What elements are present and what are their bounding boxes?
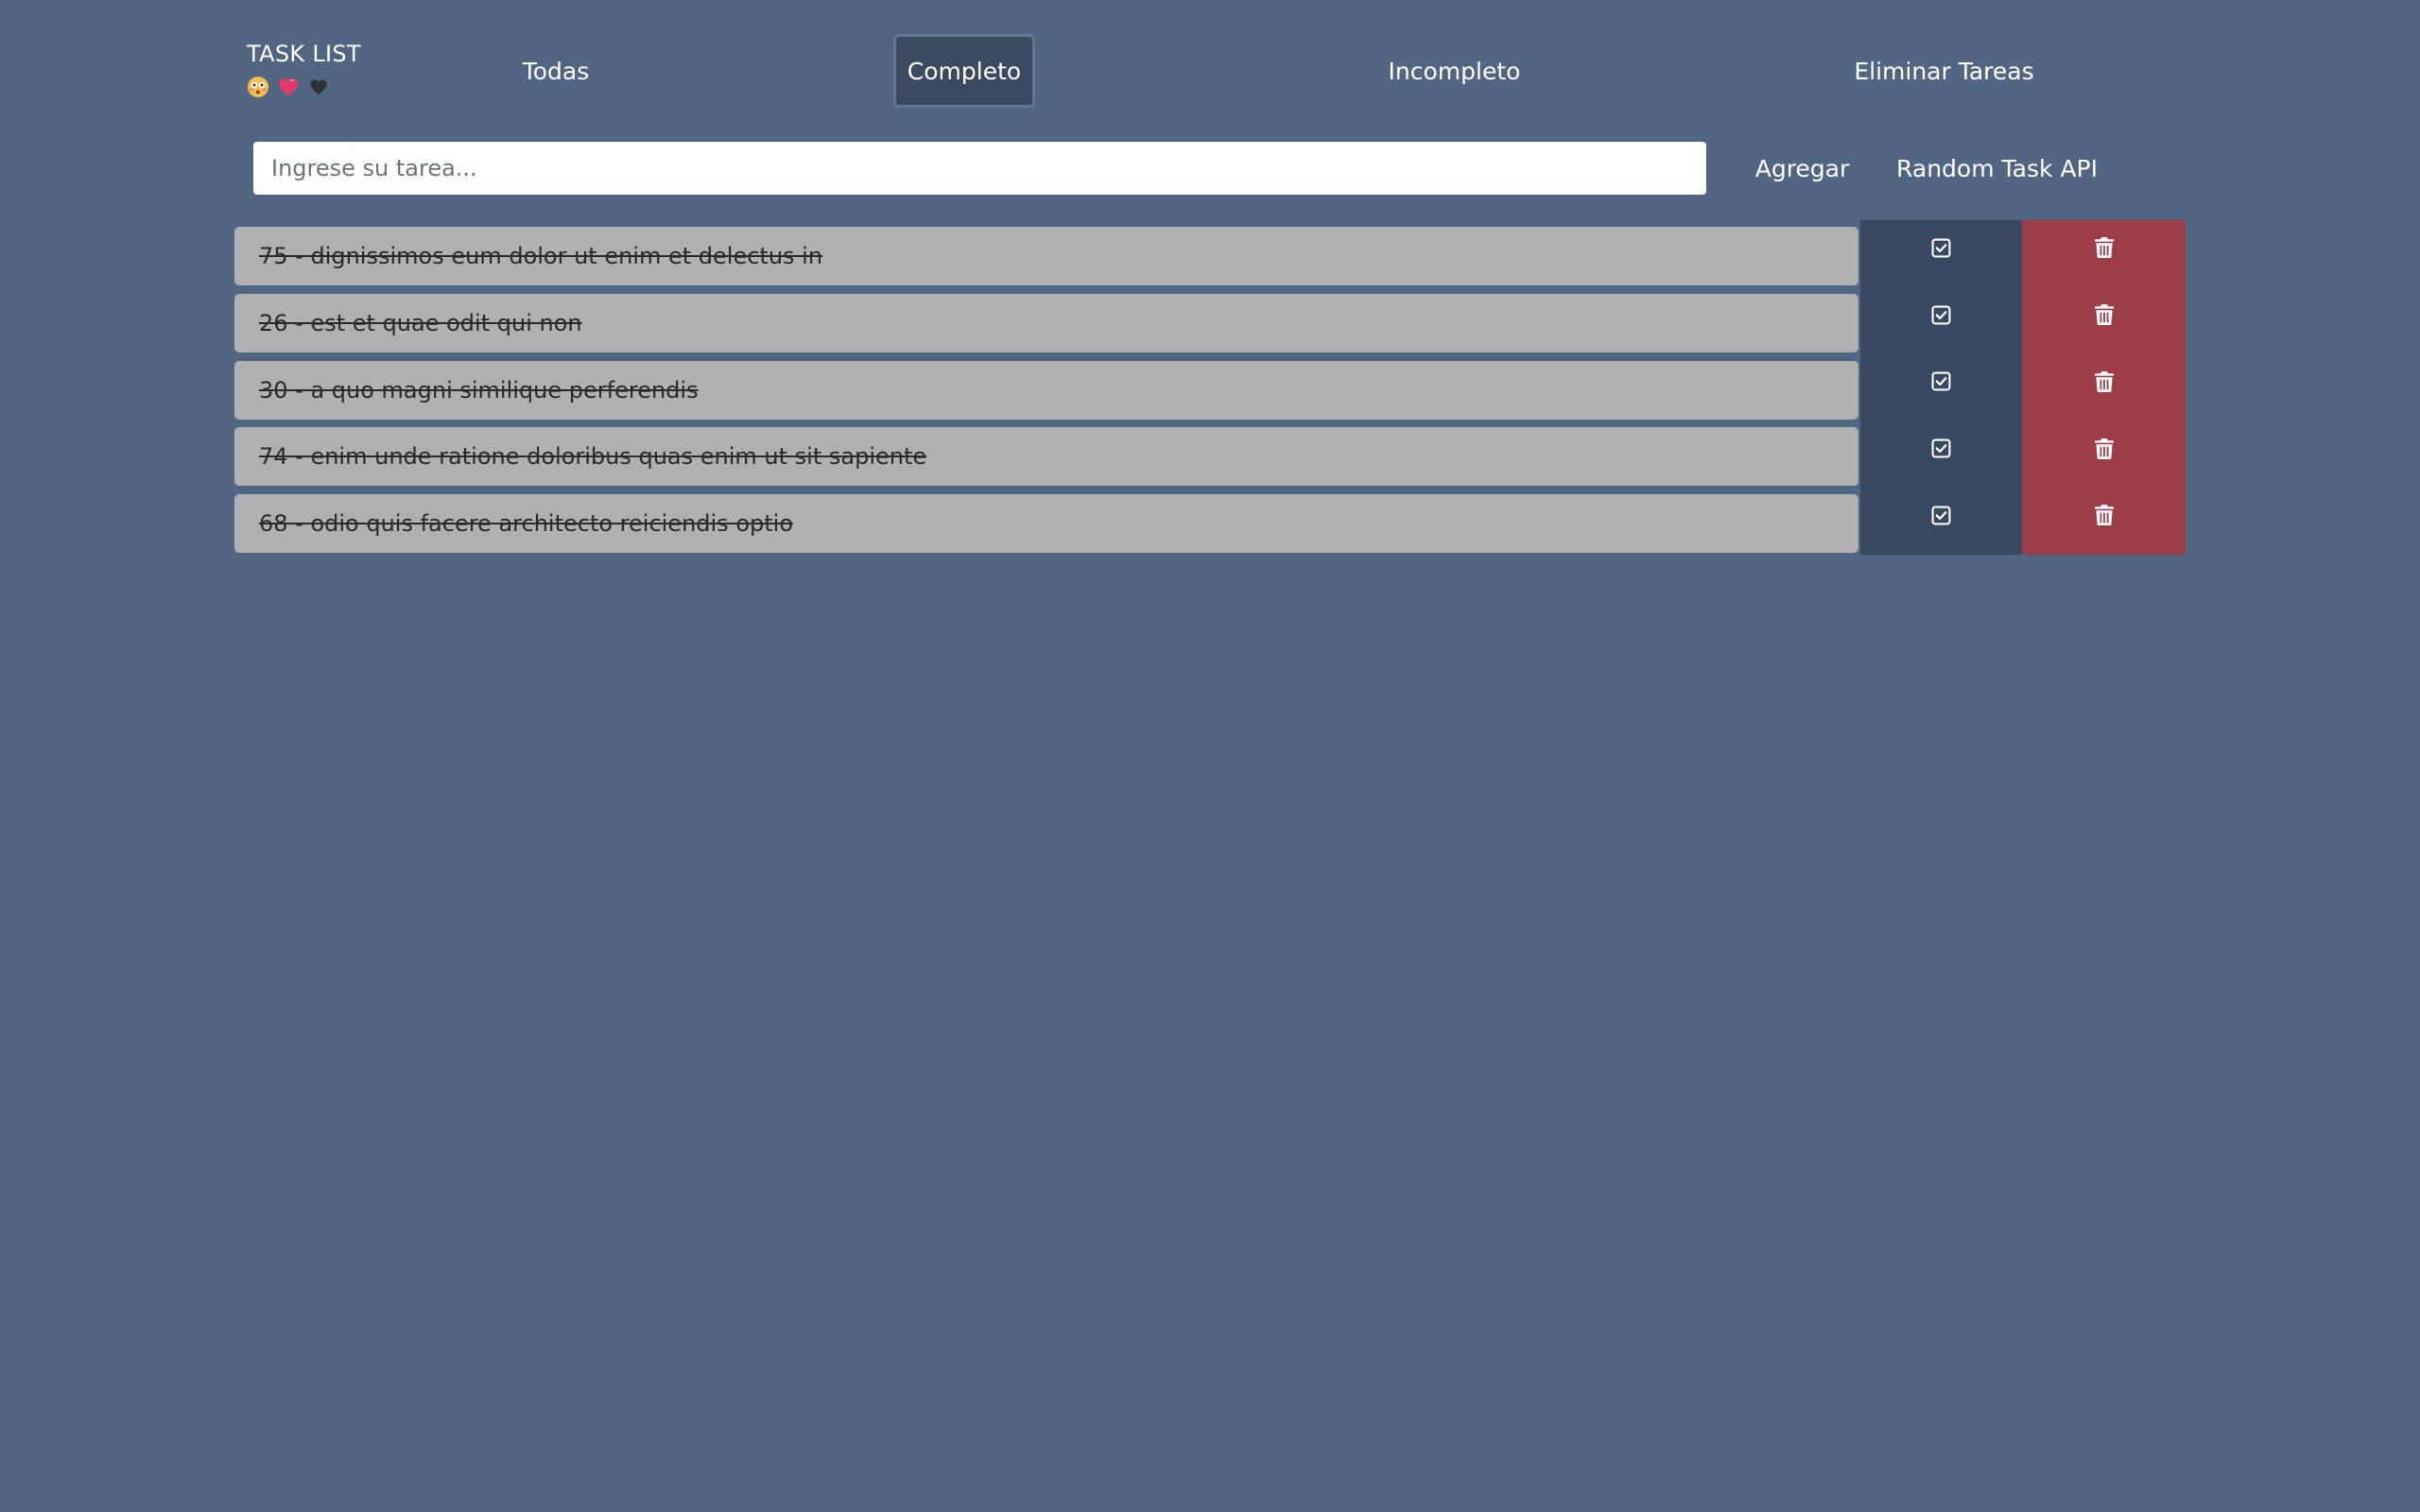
task-text: 68 - odio quis facere architecto reicien… xyxy=(259,510,793,537)
delete-task-button[interactable] xyxy=(2022,353,2186,421)
delete-task-button[interactable] xyxy=(2022,220,2186,287)
toggle-complete-button[interactable] xyxy=(1860,488,2022,555)
check-square-icon xyxy=(1931,506,1951,525)
check-square-icon xyxy=(1931,371,1951,391)
check-square-icon xyxy=(1931,305,1951,325)
black-heart-emoji xyxy=(310,79,327,94)
filter-completed-button[interactable]: Completo xyxy=(893,34,1035,108)
task-text: 74 - enim unde ratione doloribus quas en… xyxy=(259,443,927,471)
trash-icon xyxy=(2094,370,2115,393)
pink-heart-emoji xyxy=(279,78,298,95)
check-square-icon xyxy=(1931,238,1951,258)
add-task-button[interactable]: Agregar xyxy=(1737,142,1867,195)
check-square-icon xyxy=(1931,438,1951,458)
trash-icon xyxy=(2094,236,2115,259)
task-text: 75 - dignissimos eum dolor ut enim et de… xyxy=(259,243,823,269)
task-row: 75 - dignissimos eum dolor ut enim et de… xyxy=(234,220,2186,287)
task-item: 74 - enim unde ratione doloribus quas en… xyxy=(234,427,1858,487)
task-item: 68 - odio quis facere architecto reicien… xyxy=(234,494,1858,553)
toggle-complete-button[interactable] xyxy=(1860,286,2022,354)
filter-all-button[interactable]: Todas xyxy=(465,34,647,108)
filter-incomplete-button[interactable]: Incompleto xyxy=(1361,34,1547,108)
header-emoji-group xyxy=(247,74,417,100)
toggle-complete-button[interactable] xyxy=(1860,353,2022,421)
toggle-complete-button[interactable] xyxy=(1860,421,2022,488)
task-text: 26 - est et quae odit qui non xyxy=(259,309,582,336)
flushed-face-emoji xyxy=(248,77,268,97)
delete-task-button[interactable] xyxy=(2022,421,2186,488)
task-text: 30 - a quo magni similique perferendis xyxy=(259,376,699,404)
task-input[interactable] xyxy=(253,142,1706,195)
task-list: 75 - dignissimos eum dolor ut enim et de… xyxy=(234,220,2186,555)
task-item: 75 - dignissimos eum dolor ut enim et de… xyxy=(234,227,1858,285)
delete-all-tasks-button[interactable]: Eliminar Tareas xyxy=(1819,34,2069,108)
delete-task-button[interactable] xyxy=(2022,286,2186,354)
delete-task-button[interactable] xyxy=(2022,488,2186,555)
random-task-api-button[interactable]: Random Task API xyxy=(1892,142,2102,195)
task-row: 30 - a quo magni similique perferendis xyxy=(234,353,2186,421)
toggle-complete-button[interactable] xyxy=(1860,220,2022,287)
app-brand: TASK LIST xyxy=(247,40,417,100)
trash-icon xyxy=(2094,504,2115,526)
task-row: 68 - odio quis facere architecto reicien… xyxy=(234,488,2186,555)
app-title: TASK LIST xyxy=(247,41,361,67)
task-row: 26 - est et quae odit qui non xyxy=(234,286,2186,354)
task-item: 26 - est et quae odit qui non xyxy=(234,293,1858,352)
task-row: 74 - enim unde ratione doloribus quas en… xyxy=(234,421,2186,488)
task-item: 30 - a quo magni similique perferendis xyxy=(234,360,1858,420)
trash-icon xyxy=(2094,438,2115,460)
trash-icon xyxy=(2094,303,2115,326)
